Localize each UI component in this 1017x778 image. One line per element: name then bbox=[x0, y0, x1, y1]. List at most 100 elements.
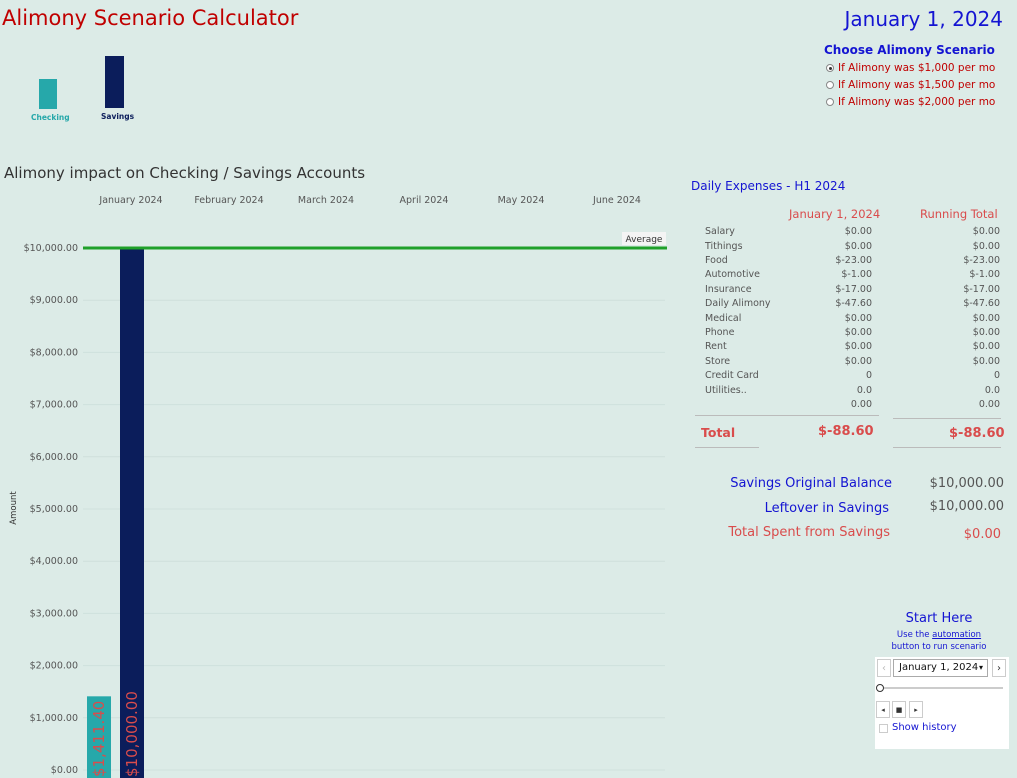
current-date: January 1, 2024 bbox=[844, 7, 1003, 31]
expense-row: Medical $0.00 $0.00 bbox=[705, 313, 1000, 327]
stop-icon: ■ bbox=[895, 705, 903, 714]
start-here-heading: Start Here bbox=[905, 611, 973, 626]
savings-original-label: Savings Original Balance bbox=[730, 476, 892, 491]
legend: Checking Savings bbox=[0, 40, 160, 130]
next-date-button[interactable]: › bbox=[992, 659, 1006, 677]
expense-row: Utilities.. 0.0 0.0 bbox=[705, 385, 1000, 399]
scenario-option-2000[interactable]: If Alimony was $2,000 per mo bbox=[826, 96, 995, 108]
y-tick-label: $3,000.00 bbox=[30, 608, 78, 619]
play-button[interactable]: ▸ bbox=[909, 701, 923, 718]
expense-running: $0.00 bbox=[972, 313, 1000, 324]
automation-link[interactable]: automation bbox=[932, 630, 981, 640]
expense-running: $0.00 bbox=[972, 356, 1000, 367]
chart-title: Alimony impact on Checking / Savings Acc… bbox=[4, 164, 366, 182]
previous-date-button[interactable]: ‹ bbox=[877, 659, 891, 677]
x-category-label: May 2024 bbox=[498, 195, 545, 206]
x-category-label: January 2024 bbox=[98, 195, 162, 206]
legend-label-checking: Checking bbox=[31, 113, 70, 122]
expense-daily: $-1.00 bbox=[841, 269, 872, 280]
show-history-checkbox[interactable] bbox=[879, 724, 888, 733]
play-icon: ▸ bbox=[914, 705, 918, 714]
expense-row: Automotive $-1.00 $-1.00 bbox=[705, 269, 1000, 283]
radio-unselected-icon[interactable] bbox=[826, 98, 834, 106]
y-tick-label: $10,000.00 bbox=[24, 243, 78, 254]
column-header-running-total: Running Total bbox=[920, 207, 998, 221]
instructions-text: button to run scenario bbox=[891, 642, 987, 652]
x-category-label: February 2024 bbox=[194, 195, 263, 206]
bar-data-label: $10,000.00 bbox=[123, 691, 141, 777]
radio-unselected-icon[interactable] bbox=[826, 81, 834, 89]
divider bbox=[695, 415, 879, 416]
expense-daily: $-17.00 bbox=[835, 284, 872, 295]
scenario-heading: Choose Alimony Scenario bbox=[824, 43, 995, 57]
expense-row: Insurance $-17.00 $-17.00 bbox=[705, 284, 1000, 298]
y-tick-label: $4,000.00 bbox=[30, 556, 78, 567]
expense-daily: $0.00 bbox=[844, 313, 872, 324]
expense-name: Phone bbox=[705, 327, 735, 338]
expense-row: Credit Card 0 0 bbox=[705, 370, 1000, 384]
x-category-label: March 2024 bbox=[298, 195, 354, 206]
expense-name: Rent bbox=[705, 341, 727, 352]
y-tick-label: $6,000.00 bbox=[30, 452, 78, 463]
total-spent-label: Total Spent from Savings bbox=[728, 525, 890, 540]
total-label: Total bbox=[701, 425, 736, 440]
balance-chart: $0.00 $1,000.00 $2,000.00 $3,000.00 $4,000.0… bbox=[9, 195, 667, 778]
total-spent-value: $0.00 bbox=[963, 527, 1001, 542]
expense-running: 0.00 bbox=[978, 399, 1000, 410]
expense-name: Salary bbox=[705, 226, 735, 237]
expense-row: Rent $0.00 $0.00 bbox=[705, 341, 1000, 355]
start-here-instructions: Use the automation button to run scenari… bbox=[876, 629, 1002, 653]
expense-daily: $0.00 bbox=[844, 226, 872, 237]
expense-daily: $0.00 bbox=[844, 327, 872, 338]
expense-name: Medical bbox=[705, 313, 742, 324]
legend-swatch-savings bbox=[105, 56, 124, 108]
chevron-down-icon: ▾ bbox=[978, 663, 983, 672]
expense-running: $-23.00 bbox=[963, 255, 1000, 266]
expense-name: Daily Alimony bbox=[705, 298, 771, 309]
savings-original-value: $10,000.00 bbox=[929, 476, 1004, 491]
y-tick-label: $9,000.00 bbox=[30, 295, 78, 306]
page-title: Alimony Scenario Calculator bbox=[2, 6, 299, 30]
expense-running: $-1.00 bbox=[969, 269, 1000, 280]
expense-daily: $-47.60 bbox=[835, 298, 872, 309]
y-tick-label: $1,000.00 bbox=[30, 713, 78, 724]
legend-swatch-checking bbox=[39, 79, 57, 109]
date-playback-control: ‹ January 1, 2024 ▾ › ◂ ■ ▸ Show history bbox=[875, 657, 1009, 749]
expense-name: Credit Card bbox=[705, 370, 759, 381]
expense-name: Tithings bbox=[705, 241, 743, 252]
expense-daily: $0.00 bbox=[844, 341, 872, 352]
expenses-heading: Daily Expenses - H1 2024 bbox=[691, 179, 846, 193]
y-tick-label: $7,000.00 bbox=[30, 400, 78, 411]
instructions-text: Use the bbox=[896, 630, 933, 640]
expense-name: Food bbox=[705, 255, 728, 266]
divider bbox=[695, 447, 759, 448]
date-dropdown[interactable]: January 1, 2024 ▾ bbox=[893, 659, 988, 677]
divider bbox=[893, 418, 1001, 419]
expense-daily: $0.00 bbox=[844, 241, 872, 252]
expense-row: Tithings $0.00 $0.00 bbox=[705, 241, 1000, 255]
radio-selected-icon[interactable] bbox=[826, 64, 834, 72]
y-tick-label: $8,000.00 bbox=[30, 347, 78, 358]
expense-running: $-47.60 bbox=[963, 298, 1000, 309]
step-back-button[interactable]: ◂ bbox=[876, 701, 890, 718]
expense-daily: 0.00 bbox=[850, 399, 872, 410]
expense-running: $0.00 bbox=[972, 241, 1000, 252]
expense-row: Phone $0.00 $0.00 bbox=[705, 327, 1000, 341]
expense-daily: 0.0 bbox=[856, 385, 872, 396]
expense-running: $0.00 bbox=[972, 226, 1000, 237]
average-label: Average bbox=[626, 235, 663, 245]
scenario-option-1000[interactable]: If Alimony was $1,000 per mo bbox=[826, 62, 995, 74]
date-slider-track[interactable] bbox=[881, 687, 1003, 689]
scenario-option-label: If Alimony was $1,000 per mo bbox=[838, 62, 996, 74]
expense-row: Food $-23.00 $-23.00 bbox=[705, 255, 1000, 269]
expense-row: Daily Alimony $-47.60 $-47.60 bbox=[705, 298, 1000, 312]
expense-running: 0 bbox=[993, 370, 1000, 381]
expense-name: Store bbox=[705, 356, 731, 367]
leftover-savings-label: Leftover in Savings bbox=[764, 501, 889, 516]
scenario-option-1500[interactable]: If Alimony was $1,500 per mo bbox=[826, 79, 995, 91]
show-history-label[interactable]: Show history bbox=[892, 722, 957, 733]
date-slider-handle[interactable] bbox=[876, 684, 884, 692]
expense-daily: 0 bbox=[865, 370, 872, 381]
stop-button[interactable]: ■ bbox=[892, 701, 906, 718]
scenario-option-label: If Alimony was $2,000 per mo bbox=[838, 96, 996, 108]
